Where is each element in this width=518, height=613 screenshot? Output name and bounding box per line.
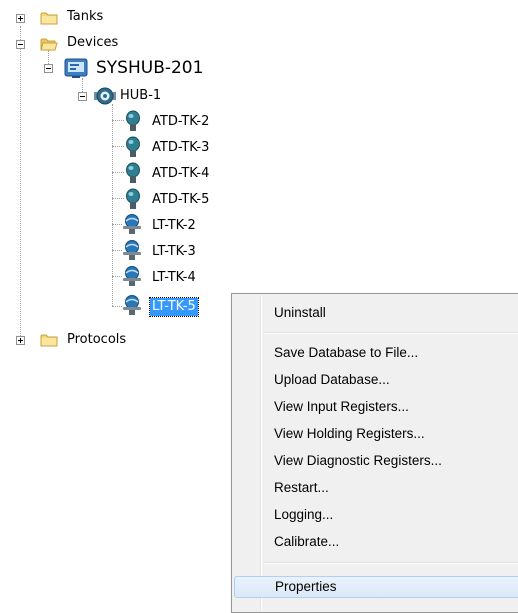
menu-separator — [264, 332, 518, 334]
tree-item-device[interactable]: ATD-TK-4 — [152, 165, 209, 183]
collapse-hub-button[interactable] — [78, 92, 87, 101]
transmitter-icon — [126, 110, 140, 131]
tree-line — [112, 120, 124, 121]
menu-item-upload-database[interactable]: Upload Database... — [234, 369, 518, 391]
level-transmitter-icon — [123, 214, 141, 234]
level-transmitter-icon — [123, 240, 141, 260]
transmitter-icon — [126, 136, 140, 157]
menu-item-properties[interactable]: Properties — [234, 576, 518, 598]
menu-item-logging[interactable]: Logging... — [234, 504, 518, 526]
expand-protocols-button[interactable] — [16, 336, 25, 345]
transmitter-icon — [126, 188, 140, 209]
hub-icon — [94, 87, 116, 105]
tree-line — [112, 198, 124, 199]
level-transmitter-icon — [123, 295, 141, 315]
collapse-devices-button[interactable] — [16, 40, 25, 49]
tree-line — [112, 172, 124, 173]
tree-item-hub[interactable]: HUB-1 — [120, 87, 161, 105]
menu-item-restart[interactable]: Restart... — [234, 477, 518, 499]
menu-item-uninstall[interactable]: Uninstall — [234, 302, 518, 324]
tree-item-syshub[interactable]: SYSHUB-201 — [96, 59, 203, 77]
transmitter-icon — [126, 162, 140, 183]
tree-item-device[interactable]: ATD-TK-5 — [152, 191, 209, 209]
tree-line — [112, 146, 124, 147]
tree-item-device[interactable]: LT-TK-4 — [152, 269, 196, 287]
menu-separator — [264, 562, 518, 564]
tree-item-devices[interactable]: Devices — [67, 34, 118, 52]
folder-icon — [40, 334, 58, 347]
menu-item-view-holding-registers[interactable]: View Holding Registers... — [234, 423, 518, 445]
tree-item-tanks[interactable]: Tanks — [67, 8, 103, 26]
tree-item-device-selected[interactable]: LT-TK-5 — [149, 297, 199, 317]
level-transmitter-icon — [123, 266, 141, 286]
open-folder-icon — [40, 38, 58, 51]
collapse-syshub-button[interactable] — [44, 64, 53, 73]
menu-item-save-database[interactable]: Save Database to File... — [234, 342, 518, 364]
system-hub-icon — [64, 58, 88, 78]
tree-item-device[interactable]: LT-TK-2 — [152, 217, 196, 235]
menu-item-view-input-registers[interactable]: View Input Registers... — [234, 396, 518, 418]
tree-item-protocols[interactable]: Protocols — [67, 331, 126, 349]
tree-line — [20, 26, 21, 340]
tree-item-device[interactable]: LT-TK-3 — [152, 243, 196, 261]
tree-item-device[interactable]: ATD-TK-3 — [152, 139, 209, 157]
tree-item-device[interactable]: ATD-TK-2 — [152, 113, 209, 131]
menu-item-view-diagnostic-registers[interactable]: View Diagnostic Registers... — [234, 450, 518, 472]
context-menu: Uninstall Save Database to File... Uploa… — [231, 293, 518, 613]
menu-item-calibrate[interactable]: Calibrate... — [234, 531, 518, 553]
expand-tanks-button[interactable] — [16, 14, 25, 23]
folder-icon — [40, 12, 58, 25]
